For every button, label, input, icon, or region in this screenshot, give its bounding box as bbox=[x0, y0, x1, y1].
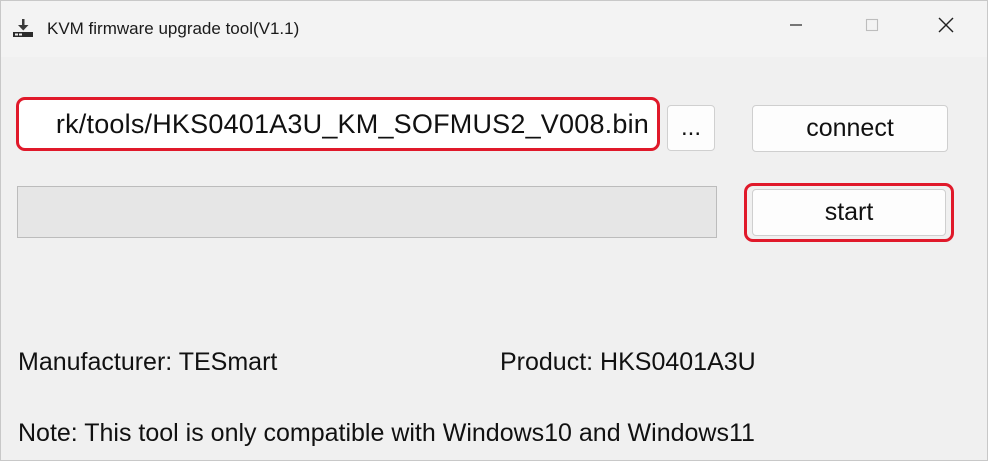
firmware-path-input[interactable]: rk/tools/HKS0401A3U_KM_SOFMUS2_V008.bin bbox=[16, 97, 660, 151]
close-button[interactable] bbox=[911, 1, 981, 53]
browse-button[interactable]: ... bbox=[667, 105, 715, 151]
manufacturer-label: Manufacturer: TESmart bbox=[18, 348, 278, 376]
minimize-button[interactable] bbox=[761, 1, 831, 53]
connect-button[interactable]: connect bbox=[752, 105, 948, 152]
maximize-button[interactable] bbox=[837, 1, 907, 53]
upgrade-progress-bar bbox=[17, 186, 717, 238]
product-label: Product: HKS0401A3U bbox=[500, 348, 756, 376]
close-icon bbox=[937, 16, 955, 39]
kvm-tool-icon bbox=[12, 17, 34, 39]
maximize-icon bbox=[864, 17, 880, 38]
minimize-icon bbox=[788, 17, 804, 38]
title-bar[interactable]: KVM firmware upgrade tool(V1.1) bbox=[1, 1, 987, 57]
app-window: KVM firmware upgrade tool(V1.1) rk/tools… bbox=[0, 0, 988, 461]
window-title: KVM firmware upgrade tool(V1.1) bbox=[47, 19, 300, 38]
compatibility-note: Note: This tool is only compatible with … bbox=[18, 419, 755, 447]
start-button[interactable]: start bbox=[752, 189, 946, 236]
firmware-path-value: rk/tools/HKS0401A3U_KM_SOFMUS2_V008.bin bbox=[55, 108, 649, 139]
